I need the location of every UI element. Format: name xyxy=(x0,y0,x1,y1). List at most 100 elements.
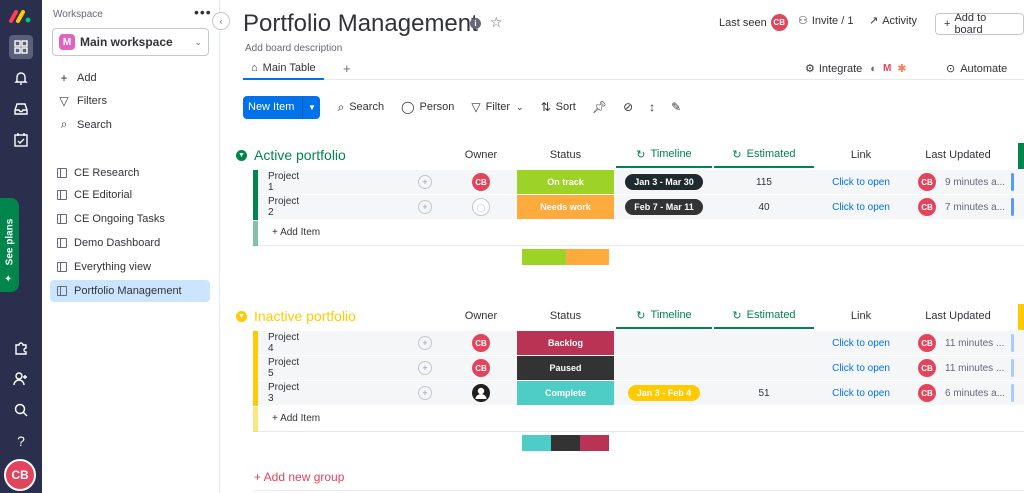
search-icon[interactable] xyxy=(9,398,33,422)
item-name[interactable]: Project 1 xyxy=(268,170,299,194)
column-last-updated[interactable]: Last Updated xyxy=(908,142,1008,168)
column-owner[interactable]: Owner xyxy=(450,303,512,329)
column-link[interactable]: Link xyxy=(816,142,906,168)
add-item-row[interactable]: + Add Item xyxy=(253,407,1024,432)
status-cell[interactable]: Needs work xyxy=(517,195,614,219)
user-avatar[interactable]: CB xyxy=(4,459,36,491)
column-estimated[interactable]: ↻ Estimated xyxy=(714,142,814,168)
chevron-down-icon[interactable]: ▼ xyxy=(236,310,247,322)
hide-icon[interactable]: ⊘ xyxy=(623,100,633,114)
column-timeline[interactable]: ↻ Timeline xyxy=(616,303,712,329)
board-description[interactable]: Add board description xyxy=(245,43,342,54)
activity-button[interactable]: ↗ Activity xyxy=(869,14,917,28)
chevron-down-icon[interactable]: ▼ xyxy=(236,149,247,161)
link-text[interactable]: Click to open xyxy=(832,363,890,374)
estimated-cell[interactable]: 115 xyxy=(714,170,814,194)
tab-main-table[interactable]: ⌂ Main Table xyxy=(243,58,324,80)
group-name[interactable]: Active portfolio xyxy=(254,147,346,163)
link-cell[interactable]: Click to open xyxy=(816,195,906,219)
link-cell[interactable]: Click to open xyxy=(816,381,906,405)
owner-cell[interactable]: CB xyxy=(450,170,512,194)
workspace-selector[interactable]: M Main workspace ⌄ xyxy=(52,28,209,56)
inbox-icon[interactable] xyxy=(9,97,33,121)
add-new-group-button[interactable]: + Add new group xyxy=(254,470,344,484)
status-summary-bar[interactable] xyxy=(522,435,609,451)
add-item-row[interactable]: + Add Item xyxy=(253,221,1024,246)
grid-icon[interactable] xyxy=(9,35,33,59)
toolbar-search[interactable]: ⌕ Search xyxy=(337,100,384,115)
owner-cell[interactable]: CB xyxy=(450,331,512,355)
estimated-cell[interactable]: 40 xyxy=(714,195,814,219)
see-plans-button[interactable]: See plans ✦ xyxy=(0,198,19,292)
toolbar-person[interactable]: ◯ Person xyxy=(401,100,454,114)
bell-icon[interactable] xyxy=(9,66,33,90)
status-summary-bar[interactable] xyxy=(522,249,609,265)
column-owner[interactable]: Owner xyxy=(450,142,512,168)
status-summary-segment[interactable] xyxy=(522,249,566,265)
link-cell[interactable]: Click to open xyxy=(816,170,906,194)
puzzle-icon[interactable] xyxy=(9,336,33,360)
estimated-cell[interactable] xyxy=(714,331,814,355)
timeline-cell[interactable]: Jan 3 - Feb 4 xyxy=(616,381,712,405)
group-header-inactive[interactable]: ▼ Inactive portfolio xyxy=(236,306,356,326)
column-estimated[interactable]: ↻ Estimated xyxy=(714,303,814,329)
column-link[interactable]: Link xyxy=(816,303,906,329)
star-icon[interactable]: ☆ xyxy=(490,14,503,31)
add-update-icon[interactable]: + xyxy=(418,200,432,214)
column-status[interactable]: Status xyxy=(517,142,614,168)
add-view-button[interactable]: + xyxy=(343,61,351,76)
estimated-cell[interactable]: 51 xyxy=(714,381,814,405)
sidebar-item-ce-research[interactable]: CE Research xyxy=(50,162,210,184)
toolbar-filter[interactable]: ▽ Filter ⌄ xyxy=(471,100,523,114)
color-icon[interactable]: ✎ xyxy=(671,100,681,114)
help-icon[interactable]: ? xyxy=(9,429,33,453)
timeline-cell[interactable] xyxy=(616,356,712,380)
sidebar-add[interactable]: + Add xyxy=(57,71,96,85)
link-text[interactable]: Click to open xyxy=(832,388,890,399)
column-last-updated[interactable]: Last Updated xyxy=(908,303,1008,329)
automate-button[interactable]: ⊙ Automate xyxy=(946,62,1007,76)
info-icon[interactable]: i xyxy=(470,18,481,29)
status-summary-segment[interactable] xyxy=(579,435,609,451)
column-timeline[interactable]: ↻ Timeline xyxy=(616,142,712,168)
toolbar-sort[interactable]: ⇅ Sort xyxy=(541,100,576,114)
status-summary-segment[interactable] xyxy=(522,435,551,451)
timeline-cell[interactable]: Jan 3 - Mar 30 xyxy=(616,170,712,194)
last-seen[interactable]: Last seen CB xyxy=(719,14,788,31)
more-options-icon[interactable]: ••• xyxy=(194,4,212,20)
timeline-cell[interactable]: Feb 7 - Mar 11 xyxy=(616,195,712,219)
column-status[interactable]: Status xyxy=(517,303,614,329)
timeline-cell[interactable] xyxy=(616,331,712,355)
sidebar-item-demo-dashboard[interactable]: Demo Dashboard xyxy=(50,232,210,254)
sidebar-search[interactable]: ⌕ Search xyxy=(57,117,112,132)
pin-icon[interactable]: 📌︎ xyxy=(592,100,607,114)
new-item-button[interactable]: New Item ▼ xyxy=(243,95,321,119)
status-cell[interactable]: Complete xyxy=(517,381,614,405)
sidebar-item-ce-editorial[interactable]: CE Editorial xyxy=(50,184,210,206)
link-cell[interactable]: Click to open xyxy=(816,331,906,355)
add-update-icon[interactable]: + xyxy=(418,175,432,189)
estimated-cell[interactable] xyxy=(714,356,814,380)
status-summary-segment[interactable] xyxy=(565,249,609,265)
owner-cell[interactable]: CB xyxy=(450,356,512,380)
add-item-label[interactable]: + Add Item xyxy=(272,227,320,238)
integrate-button[interactable]: ⚙ Integrate ◐ M ✱ xyxy=(805,62,907,76)
row-height-icon[interactable]: ↕ xyxy=(649,100,655,114)
add-update-icon[interactable]: + xyxy=(418,386,432,400)
add-update-icon[interactable]: + xyxy=(418,336,432,350)
status-cell[interactable]: Paused xyxy=(517,356,614,380)
sidebar-item-everything-view[interactable]: Everything view xyxy=(50,256,210,278)
sidebar-item-ce-ongoing-tasks[interactable]: CE Ongoing Tasks xyxy=(50,208,210,230)
chevron-down-icon[interactable]: ▼ xyxy=(302,95,320,119)
link-text[interactable]: Click to open xyxy=(832,338,890,349)
calendar-icon[interactable] xyxy=(9,128,33,152)
link-text[interactable]: Click to open xyxy=(832,202,890,213)
owner-cell[interactable] xyxy=(450,381,512,405)
monday-logo[interactable] xyxy=(8,7,34,25)
item-name[interactable]: Project 2 xyxy=(268,195,299,219)
add-to-board-button[interactable]: + Add to board xyxy=(935,12,1024,36)
item-name[interactable]: Project 4 xyxy=(268,331,299,355)
group-header-active[interactable]: ▼ Active portfolio xyxy=(236,145,346,165)
status-cell[interactable]: Backlog xyxy=(517,331,614,355)
collapse-sidebar-icon[interactable]: ‹ xyxy=(212,12,230,30)
